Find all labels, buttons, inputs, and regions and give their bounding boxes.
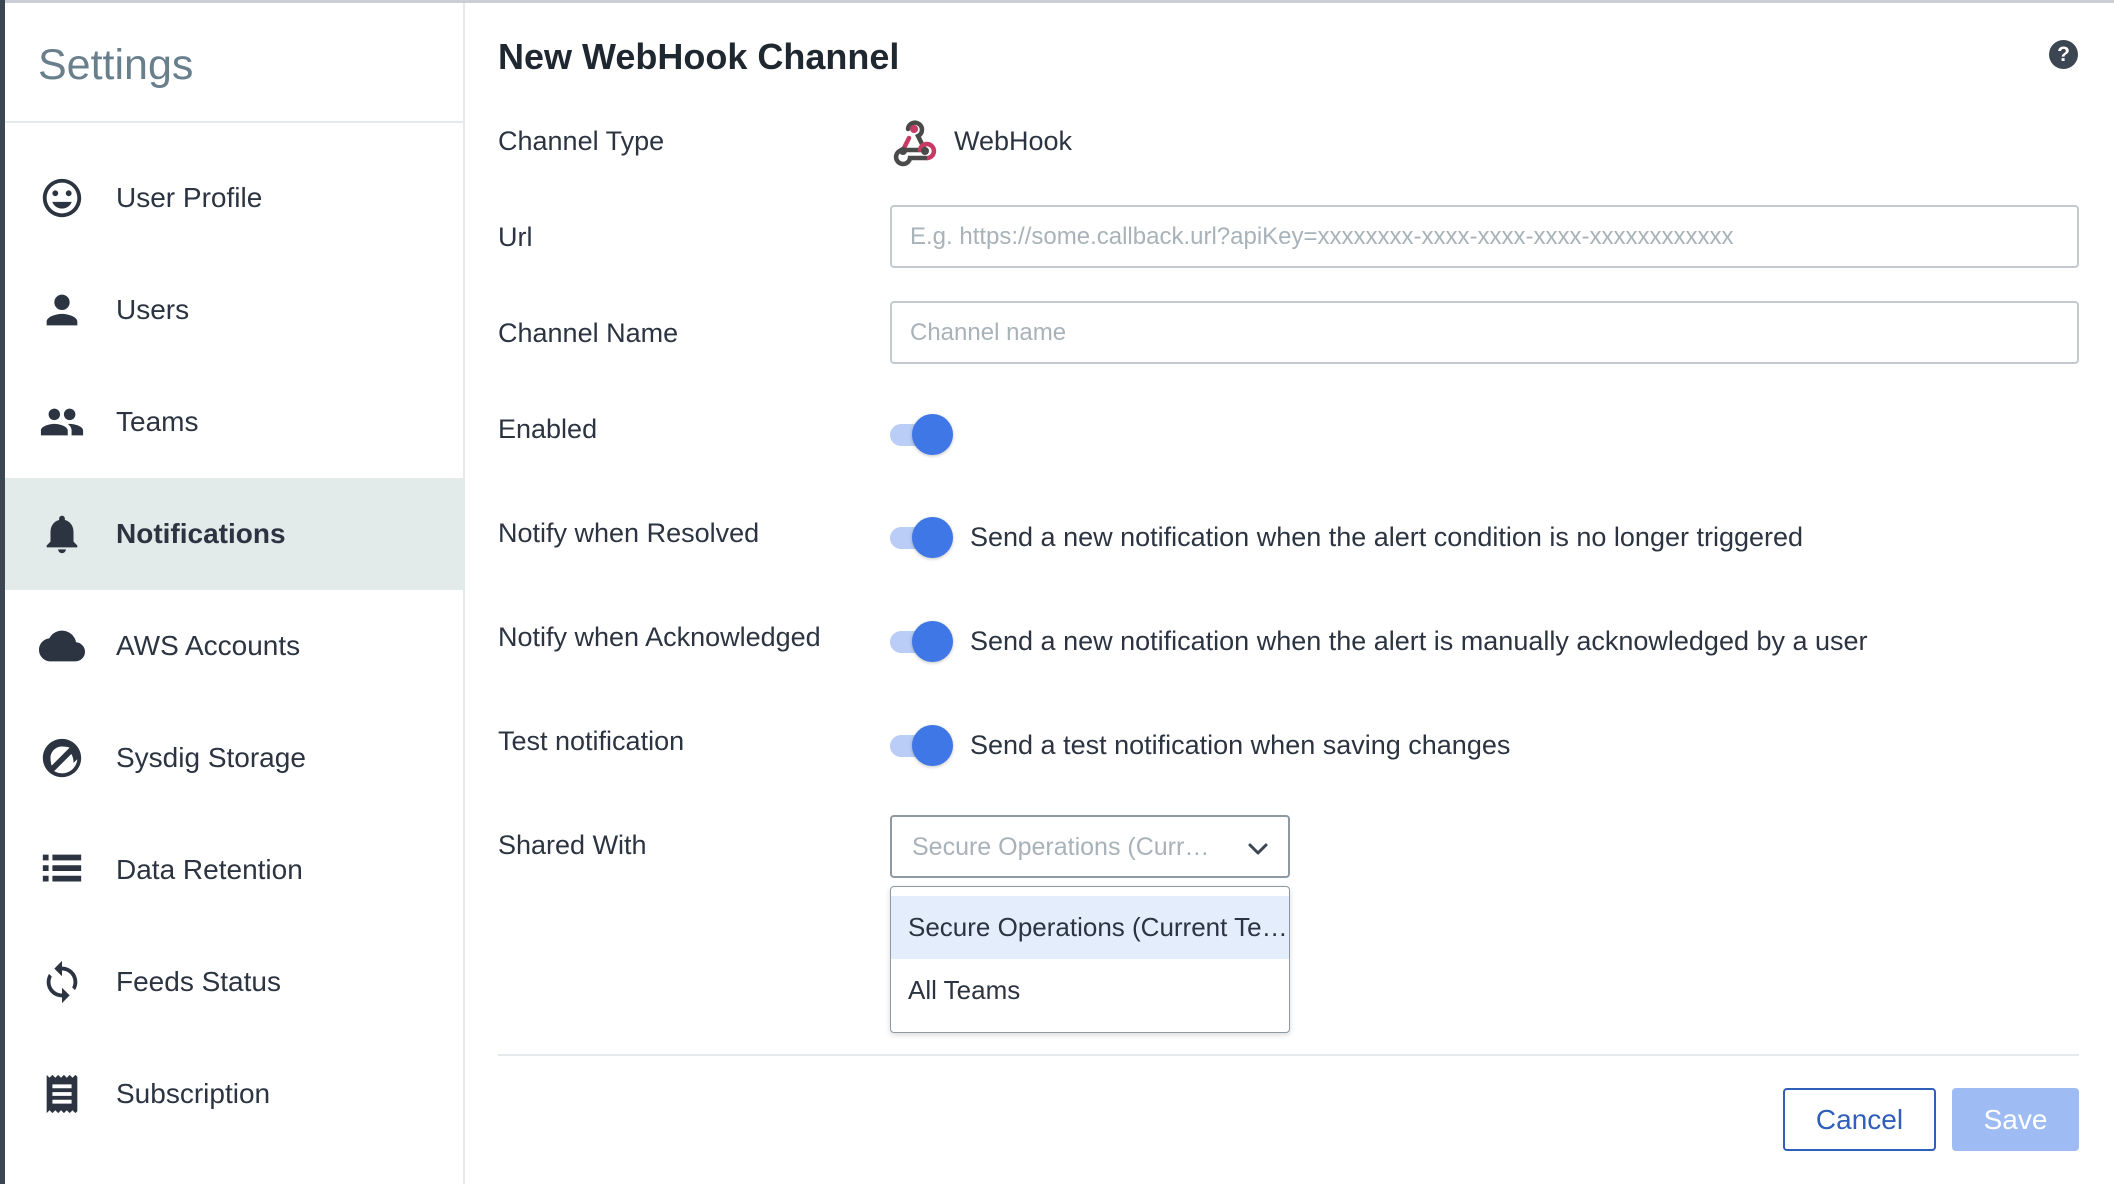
test-notification-description: Send a test notification when saving cha… xyxy=(970,730,1511,760)
sidebar-item-users[interactable]: Users xyxy=(5,254,465,366)
test-notification-toggle[interactable] xyxy=(890,723,954,767)
sidebar-item-label: Users xyxy=(116,294,190,325)
sidebar-item-feeds-status[interactable]: Feeds Status xyxy=(5,926,465,1038)
shared-with-selected-value: Secure Operations (Current Team) xyxy=(912,833,1222,861)
sidebar-item-aws-accounts[interactable]: AWS Accounts xyxy=(5,590,465,702)
channel-type-value: WebHook xyxy=(954,126,1073,156)
test-notification-label: Test notification xyxy=(498,726,685,756)
sidebar-item-label: Teams xyxy=(116,406,199,437)
sidebar-title: Settings xyxy=(38,41,194,89)
sidebar-item-label: User Profile xyxy=(116,182,263,213)
notify-resolved-toggle[interactable] xyxy=(890,515,954,559)
smiley-icon xyxy=(37,173,87,223)
shared-with-dropdown-menu: Secure Operations (Current Team) All Tea… xyxy=(890,886,1290,1033)
sidebar-divider xyxy=(5,121,465,123)
sidebar-item-notifications[interactable]: Notifications xyxy=(5,478,465,590)
sidebar-item-label: Feeds Status xyxy=(116,966,281,997)
sidebar-item-label: Sysdig Storage xyxy=(116,742,306,773)
chevron-down-icon xyxy=(1244,835,1272,863)
save-button[interactable]: Save xyxy=(1952,1088,2079,1151)
sidebar-item-label: Notifications xyxy=(116,518,286,549)
sidebar-item-user-profile[interactable]: User Profile xyxy=(5,142,465,254)
sidebar-item-data-retention[interactable]: Data Retention xyxy=(5,814,465,926)
enabled-toggle[interactable] xyxy=(890,412,954,456)
shared-with-label: Shared With xyxy=(498,830,647,860)
channel-type-label: Channel Type xyxy=(498,126,665,156)
sidebar-item-sysdig-storage[interactable]: Sysdig Storage xyxy=(5,702,465,814)
list-icon xyxy=(37,845,87,895)
help-icon[interactable]: ? xyxy=(2049,40,2078,69)
toggle-knob xyxy=(912,725,953,766)
sidebar-item-teams[interactable]: Teams xyxy=(5,366,465,478)
channel-name-label: Channel Name xyxy=(498,318,679,348)
notify-resolved-description: Send a new notification when the alert c… xyxy=(970,522,1804,552)
sync-icon xyxy=(37,957,87,1007)
notify-acknowledged-toggle[interactable] xyxy=(890,619,954,663)
receipt-icon xyxy=(37,1069,87,1119)
settings-sidebar: Settings User Profile Users Teams Notifi… xyxy=(5,3,465,1184)
page-title: New WebHook Channel xyxy=(498,36,900,77)
webhook-icon xyxy=(889,117,939,167)
sidebar-item-label: Subscription xyxy=(116,1078,271,1109)
dropdown-option-all-teams[interactable]: All Teams xyxy=(891,959,1289,1022)
person-icon xyxy=(37,285,87,335)
toggle-knob xyxy=(912,414,953,455)
shared-with-select[interactable]: Secure Operations (Current Team) xyxy=(890,815,1290,878)
url-label: Url xyxy=(498,222,533,252)
cloud-icon xyxy=(37,621,87,671)
enabled-label: Enabled xyxy=(498,414,598,444)
notify-resolved-label: Notify when Resolved xyxy=(498,518,760,548)
window-left-border xyxy=(0,0,5,1184)
footer-divider xyxy=(498,1054,2079,1056)
storage-icon xyxy=(37,733,87,783)
sidebar-item-label: Data Retention xyxy=(116,854,303,885)
notify-acknowledged-label: Notify when Acknowledged xyxy=(498,622,821,652)
dropdown-option-secure-operations[interactable]: Secure Operations (Current Team) xyxy=(891,896,1289,959)
toggle-knob xyxy=(912,517,953,558)
notify-acknowledged-description: Send a new notification when the alert i… xyxy=(970,626,1868,656)
group-icon xyxy=(37,397,87,447)
bell-icon xyxy=(37,509,87,559)
toggle-knob xyxy=(912,621,953,662)
cancel-button[interactable]: Cancel xyxy=(1783,1088,1936,1151)
url-input[interactable] xyxy=(890,205,2079,268)
sidebar-item-subscription[interactable]: Subscription xyxy=(5,1038,465,1150)
channel-name-input[interactable] xyxy=(890,301,2079,364)
sidebar-item-label: AWS Accounts xyxy=(116,630,301,661)
